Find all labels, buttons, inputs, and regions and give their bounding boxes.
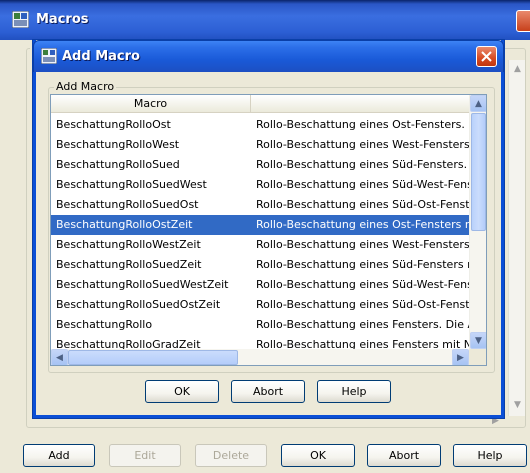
delete-button[interactable]: Delete <box>195 444 267 467</box>
macro-name-cell: BeschattungRollo <box>56 318 153 331</box>
macro-name-cell: BeschattungRolloSued <box>56 158 180 171</box>
macros-window-title: Macros <box>36 12 89 27</box>
macro-description-cell: Rollo-Beschattung eines Süd-Fensters. De… <box>256 158 469 171</box>
abort-button[interactable]: Abort <box>367 444 441 467</box>
macro-name-cell: BeschattungRolloOstZeit <box>56 218 193 231</box>
scroll-corner <box>469 349 486 365</box>
close-icon[interactable] <box>476 46 497 67</box>
list-vertical-scrollbar[interactable]: ▲ ▼ <box>469 95 486 349</box>
dialog-help-button[interactable]: Help <box>317 380 391 403</box>
macro-name-cell: BeschattungRolloWest <box>56 138 180 151</box>
list-horizontal-scrollbar[interactable]: ◀ ▶ <box>51 349 469 365</box>
table-row[interactable]: BeschattungRolloSuedOstZeit Rollo-Beschat… <box>51 295 469 315</box>
add-macro-group-label: Add Macro <box>54 80 117 93</box>
vertical-scroll-thumb[interactable] <box>471 113 486 231</box>
dialog-abort-button[interactable]: Abort <box>231 380 305 403</box>
table-row[interactable]: BeschattungRolloSuedOst Rollo-Beschattung… <box>51 195 469 215</box>
horizontal-scroll-thumb[interactable] <box>68 350 238 365</box>
table-row[interactable]: BeschattungRolloSuedWest Rollo-Beschattun… <box>51 175 469 195</box>
macro-description-cell: Rollo-Beschattung eines Ost-Fensters. De… <box>256 118 469 131</box>
arrow-up-icon[interactable]: ▲ <box>470 95 486 112</box>
table-row[interactable]: BeschattungRolloOstZeit Rollo-Beschattung… <box>51 215 469 235</box>
arrow-left-icon[interactable]: ◀ <box>51 349 68 365</box>
macro-window-icon <box>40 47 58 65</box>
edit-button[interactable]: Edit <box>109 444 181 467</box>
table-row[interactable]: BeschattungRolloSued Rollo-Beschattung ei… <box>51 155 469 175</box>
macro-description-cell: Rollo-Beschattung eines West-Fensters. D… <box>256 138 469 151</box>
table-row[interactable]: BeschattungRolloWestZeit Rollo-Beschattun… <box>51 235 469 255</box>
arrow-down-icon[interactable]: ▼ <box>470 332 486 349</box>
arrow-up-icon[interactable]: ▲ <box>510 62 525 77</box>
macro-name-cell: BeschattungRolloSuedZeit <box>56 258 202 271</box>
add-macro-title: Add Macro <box>62 49 140 64</box>
macro-description-cell: Rollo-Beschattung eines Süd-Ost-Fensters… <box>256 198 469 211</box>
ok-button[interactable]: OK <box>281 444 355 467</box>
macro-name-cell: BeschattungRolloSuedWest <box>56 178 207 191</box>
column-header-description[interactable] <box>251 95 469 113</box>
macro-name-cell: BeschattungRolloOst <box>56 118 171 131</box>
table-row[interactable]: BeschattungRolloWest Rollo-Beschattung ei… <box>51 135 469 155</box>
arrow-down-icon[interactable]: ▼ <box>510 398 525 413</box>
macro-name-cell: BeschattungRolloSuedOstZeit <box>56 298 221 311</box>
macro-list[interactable]: Macro BeschattungRolloOst Rollo-Beschattu… <box>50 94 487 366</box>
arrow-right-icon[interactable]: ▶ <box>452 349 469 365</box>
macro-name-cell: BeschattungRolloSuedOst <box>56 198 199 211</box>
table-row[interactable]: BeschattungRolloSuedWestZeit Rollo-Bescha… <box>51 275 469 295</box>
column-header-macro[interactable]: Macro <box>51 95 251 113</box>
add-button[interactable]: Add <box>23 444 95 467</box>
macro-description-cell: Rollo-Beschattung eines Ost-Fensters mit… <box>256 218 469 231</box>
macros-close-button[interactable] <box>516 10 530 32</box>
list-header: Macro <box>51 95 469 113</box>
add-macro-titlebar[interactable]: Add Macro <box>33 40 504 72</box>
table-row[interactable]: BeschattungRollo Rollo-Beschattung eines … <box>51 315 469 335</box>
table-row[interactable]: BeschattungRolloSuedZeit Rollo-Beschattun… <box>51 255 469 275</box>
dialog-ok-button[interactable]: OK <box>145 380 219 403</box>
macro-name-cell: BeschattungRolloSuedWestZeit <box>56 278 229 291</box>
macro-rows: BeschattungRolloOst Rollo-Beschattung ein… <box>51 115 469 355</box>
macro-description-cell: Rollo-Beschattung eines West-Fensters mi… <box>256 238 469 251</box>
macro-name-cell: BeschattungRolloWestZeit <box>56 238 201 251</box>
macro-description-cell: Rollo-Beschattung eines Süd-West-Fenster… <box>256 278 469 291</box>
macros-window-titlebar[interactable]: Macros <box>0 0 530 40</box>
macro-description-cell: Rollo-Beschattung eines Süd-Ost-Fensters… <box>256 298 469 311</box>
table-row[interactable]: BeschattungRolloOst Rollo-Beschattung ein… <box>51 115 469 135</box>
macro-window-icon <box>11 10 30 29</box>
macros-list-scrollbar[interactable]: ▲ ▼ <box>508 60 525 416</box>
macro-description-cell: Rollo-Beschattung eines Süd-Fensters mit… <box>256 258 469 271</box>
help-button[interactable]: Help <box>453 444 527 467</box>
macro-description-cell: Rollo-Beschattung eines Süd-West-Fenster… <box>256 178 469 191</box>
macro-description-cell: Rollo-Beschattung eines Fensters. Die Au… <box>256 318 469 331</box>
